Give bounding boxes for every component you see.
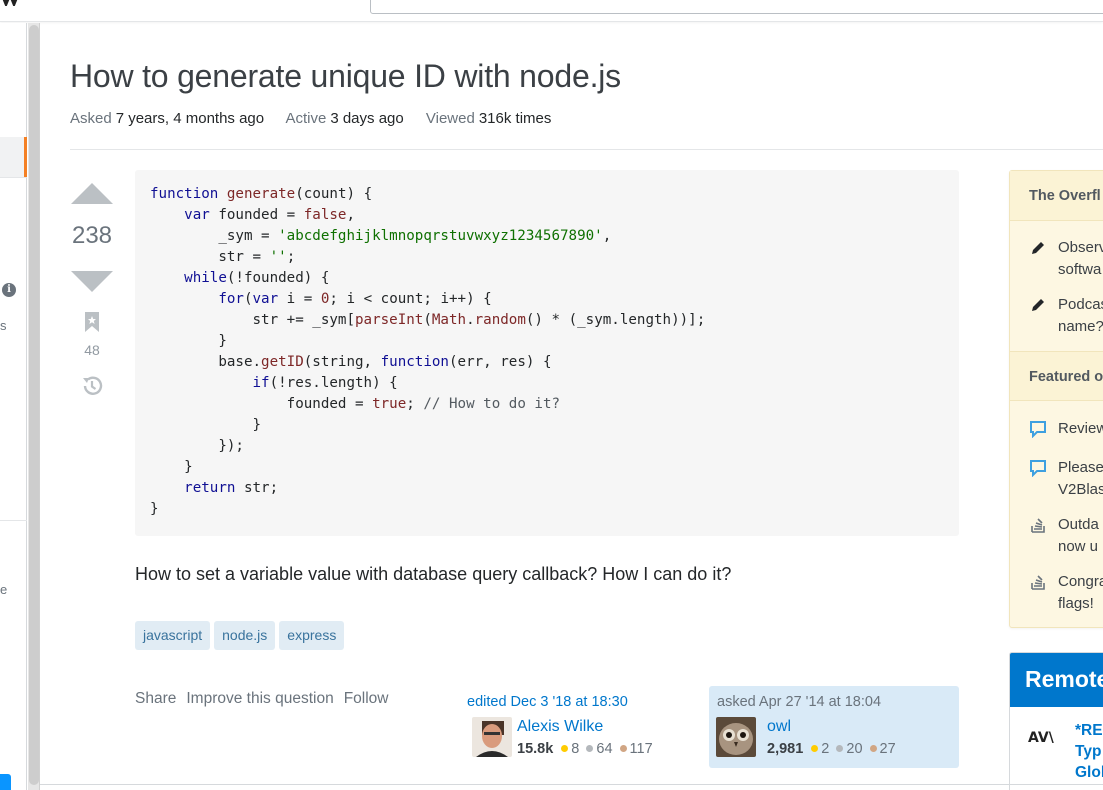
silver-badge-count: 64 (596, 741, 613, 757)
logo-text: AV\ (1028, 730, 1055, 743)
widget-heading: The Overfl (1010, 171, 1103, 221)
featured-item[interactable]: Outda now u (1029, 514, 1099, 558)
question-body: How to set a variable value with databas… (135, 564, 732, 584)
pencil-icon (1032, 299, 1044, 311)
bookmark-icon[interactable] (85, 312, 99, 332)
reputation-score: 15.8k (517, 741, 554, 757)
featured-item[interactable]: Please V2Blas (1029, 457, 1103, 501)
meta-value[interactable]: 7 years, 4 months ago (116, 110, 264, 127)
question-meta: Asked 7 years, 4 months ago Active 3 days … (70, 110, 569, 127)
downvote-button[interactable] (71, 271, 113, 292)
meta-viewed: Viewed 316k times (426, 110, 551, 127)
meta-label: Active (285, 110, 327, 127)
silver-badge-count: 20 (846, 741, 863, 757)
asked-time: asked Apr 27 '14 at 18:04 (717, 694, 882, 710)
stack-exchange-icon (1031, 518, 1045, 533)
page-title[interactable]: How to generate unique ID with node.js (70, 58, 621, 95)
share-link[interactable]: Share (135, 690, 176, 708)
sidebar-divider (0, 177, 27, 178)
blog-item[interactable]: Observ softwa (1029, 237, 1103, 281)
bookmark-count: 48 (84, 342, 100, 358)
tag-express[interactable]: express (279, 621, 345, 650)
blog-item[interactable]: Podcas name? (1029, 294, 1103, 338)
improve-link[interactable]: Improve this question (186, 690, 333, 708)
meta-asked: Asked 7 years, 4 months ago (70, 110, 264, 127)
avatar[interactable] (716, 717, 756, 757)
follow-link[interactable]: Follow (344, 690, 389, 708)
featured-item-line[interactable]: Outda (1058, 514, 1099, 536)
blog-item-line[interactable]: softwa (1058, 259, 1103, 281)
bronze-badge-count: 117 (629, 741, 653, 757)
tag-nodejs[interactable]: node.js (214, 621, 276, 650)
editor-card: edited Dec 3 '18 at 18:30 Alexis Wilke 1… (466, 686, 698, 768)
blog-item-line[interactable]: Observ (1058, 237, 1103, 259)
info-icon[interactable]: i (2, 283, 16, 297)
sidebar-divider (0, 520, 27, 521)
gold-badge-icon (811, 745, 819, 753)
job-listing-link[interactable]: *RE Typ Glol (1075, 720, 1103, 783)
tag-list: javascript node.js express (135, 621, 345, 650)
tag-javascript[interactable]: javascript (135, 621, 211, 650)
widget-heading[interactable]: Remote (1010, 653, 1103, 707)
sidebar-item-questions[interactable] (0, 137, 27, 177)
upvote-button[interactable] (71, 183, 113, 204)
edited-time-link[interactable]: edited Dec 3 '18 at 18:30 (467, 694, 628, 710)
bronze-badge-count: 27 (879, 741, 896, 757)
bronze-badge-icon (619, 745, 627, 753)
blog-item-line[interactable]: Podcas (1058, 294, 1103, 316)
speech-bubble-icon (1030, 460, 1046, 477)
asker-name-link[interactable]: owl (767, 718, 791, 736)
meta-value: 316k times (478, 110, 552, 127)
featured-item-line[interactable]: Congra (1058, 571, 1103, 593)
sidebar-item-label[interactable]: e (0, 582, 7, 597)
overflow-blog-widget: The Overfl Observ softwa Podcas name? Fe… (1009, 170, 1103, 628)
page-divider (40, 784, 1103, 785)
search-input[interactable] (370, 0, 1103, 14)
featured-item-line[interactable]: Review (1058, 418, 1103, 440)
featured-item-line[interactable]: V2Blas (1058, 479, 1103, 501)
silver-badge-icon (836, 745, 844, 753)
top-bar (0, 0, 1103, 22)
sidebar-item-label[interactable]: s (0, 318, 7, 333)
featured-item[interactable]: Review (1029, 418, 1103, 440)
speech-bubble-icon (1030, 421, 1046, 438)
featured-item-line[interactable]: Please (1058, 457, 1103, 479)
meta-active: Active 3 days ago (285, 110, 403, 127)
header-divider (70, 149, 1103, 150)
reputation-score: 2,981 (767, 741, 804, 757)
vote-count: 238 (71, 222, 113, 249)
logo-icon[interactable] (0, 0, 26, 6)
pencil-icon (1032, 242, 1044, 254)
meta-value[interactable]: 3 days ago (330, 110, 403, 127)
featured-item-line[interactable]: flags! (1058, 593, 1103, 615)
code-block: function generate(count) { var founded =… (135, 170, 959, 536)
remote-jobs-widget: Remote AV\ *RE Typ Glol (1009, 652, 1103, 790)
gold-badge-count: 2 (821, 741, 830, 757)
avatar[interactable] (472, 717, 512, 757)
meta-label: Viewed (425, 110, 475, 127)
company-logo-icon[interactable]: AV\ (1028, 729, 1062, 743)
stack-exchange-icon (1031, 575, 1045, 590)
editor-reputation: 15.8k 8 64 117 (517, 741, 658, 757)
featured-item[interactable]: Congra flags! (1029, 571, 1103, 615)
featured-item-line[interactable]: now u (1058, 536, 1099, 558)
scrollbar-thumb[interactable] (29, 25, 39, 785)
gold-badge-count: 8 (571, 741, 580, 757)
bronze-badge-icon (869, 745, 877, 753)
job-line[interactable]: Typ (1075, 741, 1103, 762)
job-line[interactable]: Glol (1075, 762, 1103, 783)
sidebar-button[interactable] (0, 774, 11, 790)
post-menu: Share Improve this question Follow (135, 690, 389, 708)
job-line[interactable]: *RE (1075, 720, 1103, 741)
editor-name-link[interactable]: Alexis Wilke (517, 718, 603, 736)
silver-badge-icon (586, 745, 594, 753)
history-icon[interactable] (80, 374, 104, 398)
asker-reputation: 2,981 2 20 27 (767, 741, 901, 757)
code-text: function generate(count) { var founded =… (150, 186, 706, 517)
widget-heading: Featured o (1010, 351, 1103, 401)
gold-badge-icon (561, 745, 569, 753)
meta-label: Asked (70, 110, 112, 127)
asker-card: asked Apr 27 '14 at 18:04 owl 2,981 2 20 27 (709, 686, 959, 768)
blog-item-line[interactable]: name? (1058, 316, 1103, 338)
